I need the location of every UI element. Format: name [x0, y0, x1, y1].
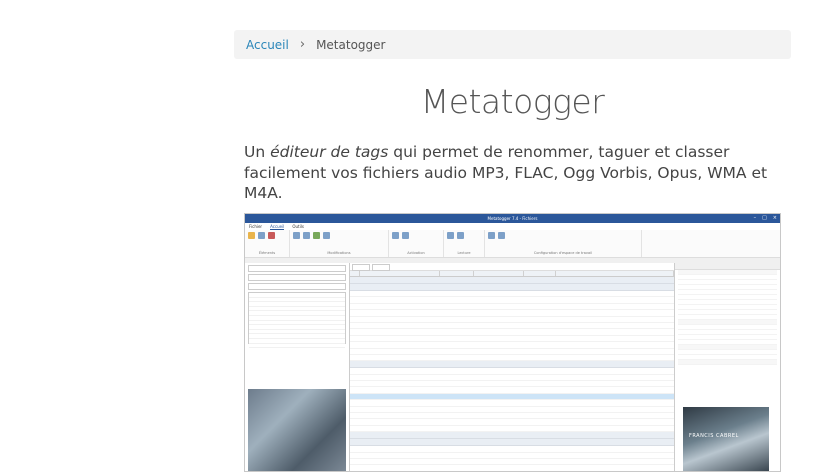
file-icon — [258, 232, 265, 239]
ribbon-group-elements: Éléments — [245, 230, 290, 257]
app-window-title: Metatogger 7.4 - Fichiers — [487, 216, 538, 221]
lead-text-before: Un — [244, 143, 271, 161]
breadcrumb-separator: › — [299, 37, 306, 52]
app-properties-header — [675, 263, 780, 270]
maximize-icon: □ — [762, 215, 767, 221]
window-controls: – □ × — [754, 215, 777, 221]
app-filter-bar — [350, 263, 674, 271]
folder-icon — [248, 232, 255, 239]
ribbon-group-activation: Activation — [389, 230, 444, 257]
cancel-icon — [323, 232, 330, 239]
ribbon-group-label: Activation — [407, 251, 425, 255]
undo-icon — [293, 232, 300, 239]
app-properties-pane: FRANCIS CABREL — [675, 263, 780, 471]
ribbon-group-label: Lecture — [457, 251, 471, 255]
app-group-header — [350, 284, 674, 291]
minimize-icon: – — [753, 215, 757, 221]
ribbon-group-modifications: Modifications — [290, 230, 389, 257]
app-group-header — [350, 439, 674, 447]
breadcrumb: Accueil › Metatogger — [234, 30, 791, 59]
app-tab-home: Accueil — [270, 223, 285, 230]
redo-icon — [303, 232, 310, 239]
app-file-table — [350, 263, 675, 471]
ribbon-group-playback: Lecture — [444, 230, 485, 257]
app-screenshot: Metatogger 7.4 - Fichiers – □ × Fichier … — [244, 213, 781, 472]
breadcrumb-current: Metatogger — [316, 37, 386, 52]
app-artist-field — [248, 274, 346, 281]
ribbon-group-label: Modifications — [327, 251, 351, 255]
app-titlebar: Metatogger 7.4 - Fichiers – □ × — [245, 214, 780, 223]
ribbon-group-workspace: Configuration d'espace de travail — [485, 230, 642, 257]
remove-icon — [268, 232, 275, 239]
page-title: Metatogger — [420, 82, 605, 121]
cover-artist-text: FRANCIS CABREL — [689, 433, 739, 439]
app-search-field — [248, 265, 346, 272]
app-ribbon-tabs: Fichier Accueil Outils — [245, 223, 780, 230]
app-cover-preview: FRANCIS CABREL — [683, 407, 769, 471]
play-icon — [447, 232, 454, 239]
save-icon — [313, 232, 320, 239]
app-ribbon: Éléments Modifications Activation Lectur… — [245, 230, 780, 258]
app-panes: FRANCIS CABREL — [245, 263, 780, 471]
ribbon-group-label: Configuration d'espace de travail — [533, 251, 593, 255]
check-icon — [392, 232, 399, 239]
app-album-cover — [248, 389, 346, 471]
ribbon-group-label: Éléments — [258, 251, 276, 255]
app-album-field — [248, 283, 346, 290]
lead-paragraph: Un éditeur de tags qui permet de renomme… — [244, 142, 789, 204]
app-group-header — [350, 277, 674, 284]
app-results-list — [248, 292, 346, 349]
app-group-header — [350, 361, 674, 369]
grid-icon — [498, 232, 505, 239]
stop-icon — [457, 232, 464, 239]
layout-icon — [488, 232, 495, 239]
breadcrumb-home-link[interactable]: Accueil — [246, 38, 289, 52]
app-tab-file: Fichier — [249, 224, 263, 229]
app-group-header — [350, 432, 674, 440]
lead-emphasis: éditeur de tags — [270, 143, 389, 161]
uncheck-icon — [402, 232, 409, 239]
app-tab-tools: Outils — [292, 224, 304, 229]
app-left-pane — [245, 263, 350, 471]
close-icon: × — [772, 215, 777, 221]
